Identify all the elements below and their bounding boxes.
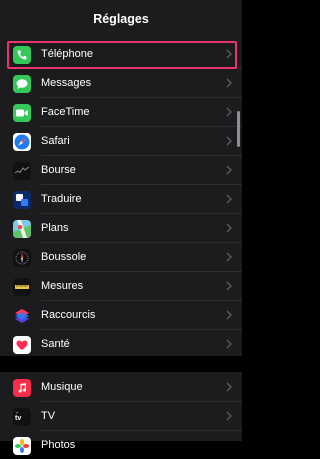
svg-text:tv: tv — [15, 415, 21, 422]
settings-row-label: Traduire — [41, 193, 82, 205]
chevron-right-icon — [226, 194, 232, 204]
compass-icon — [13, 249, 31, 267]
settings-row-musique[interactable]: Musique — [0, 373, 242, 401]
settings-row-photos[interactable]: Photos — [0, 431, 242, 459]
settings-row-facetime[interactable]: FaceTime — [0, 98, 242, 126]
settings-row-label: Boussole — [41, 251, 87, 263]
health-icon — [13, 336, 31, 354]
settings-row-label: Safari — [41, 135, 70, 147]
translate-icon — [13, 191, 31, 209]
messages-icon — [13, 75, 31, 93]
chevron-right-icon — [226, 281, 232, 291]
navigation-bar: Réglages — [0, 0, 242, 38]
chevron-right-icon — [226, 78, 232, 88]
settings-row-safari[interactable]: Safari — [0, 127, 242, 155]
settings-row-label: TV — [41, 410, 56, 422]
settings-row-label: Musique — [41, 381, 83, 393]
group-spacer — [0, 356, 242, 372]
chevron-right-icon — [226, 382, 232, 392]
settings-row-label: Bourse — [41, 164, 76, 176]
chevron-right-icon — [226, 136, 232, 146]
safari-icon — [13, 133, 31, 151]
settings-row-plans[interactable]: Plans — [0, 214, 242, 242]
settings-row-bourse[interactable]: Bourse — [0, 156, 242, 184]
chevron-right-icon — [226, 223, 232, 233]
chevron-right-icon — [226, 165, 232, 175]
chevron-right-icon — [226, 411, 232, 421]
tv-icon: tv — [13, 408, 31, 426]
settings-row-raccourcis[interactable]: Raccourcis — [0, 301, 242, 329]
settings-row-label: Plans — [41, 222, 69, 234]
photos-icon — [13, 437, 31, 455]
facetime-icon — [13, 104, 31, 122]
settings-row-mesures[interactable]: Mesures — [0, 272, 242, 300]
chevron-right-icon — [226, 310, 232, 320]
chevron-right-icon — [226, 107, 232, 117]
music-icon — [13, 379, 31, 397]
settings-row-label: FaceTime — [41, 106, 90, 118]
settings-row-sante[interactable]: Santé — [0, 330, 242, 358]
settings-row-traduire[interactable]: Traduire — [0, 185, 242, 213]
chevron-right-icon — [226, 252, 232, 262]
settings-row-label: Raccourcis — [41, 309, 96, 321]
settings-row-tv[interactable]: tv TV — [0, 402, 242, 430]
settings-row-label: Mesures — [41, 280, 84, 292]
stocks-icon — [13, 162, 31, 180]
settings-row-messages[interactable]: Messages — [0, 69, 242, 97]
chevron-right-icon — [226, 339, 232, 349]
measure-icon — [13, 278, 31, 296]
settings-row-label: Messages — [41, 77, 92, 89]
shortcuts-icon — [13, 307, 31, 325]
maps-icon — [13, 220, 31, 238]
settings-row-boussole[interactable]: Boussole — [0, 243, 242, 271]
settings-row-label: Santé — [41, 338, 70, 350]
scrollbar[interactable] — [237, 111, 240, 147]
page-title: Réglages — [93, 12, 149, 26]
selection-highlight — [7, 41, 237, 69]
